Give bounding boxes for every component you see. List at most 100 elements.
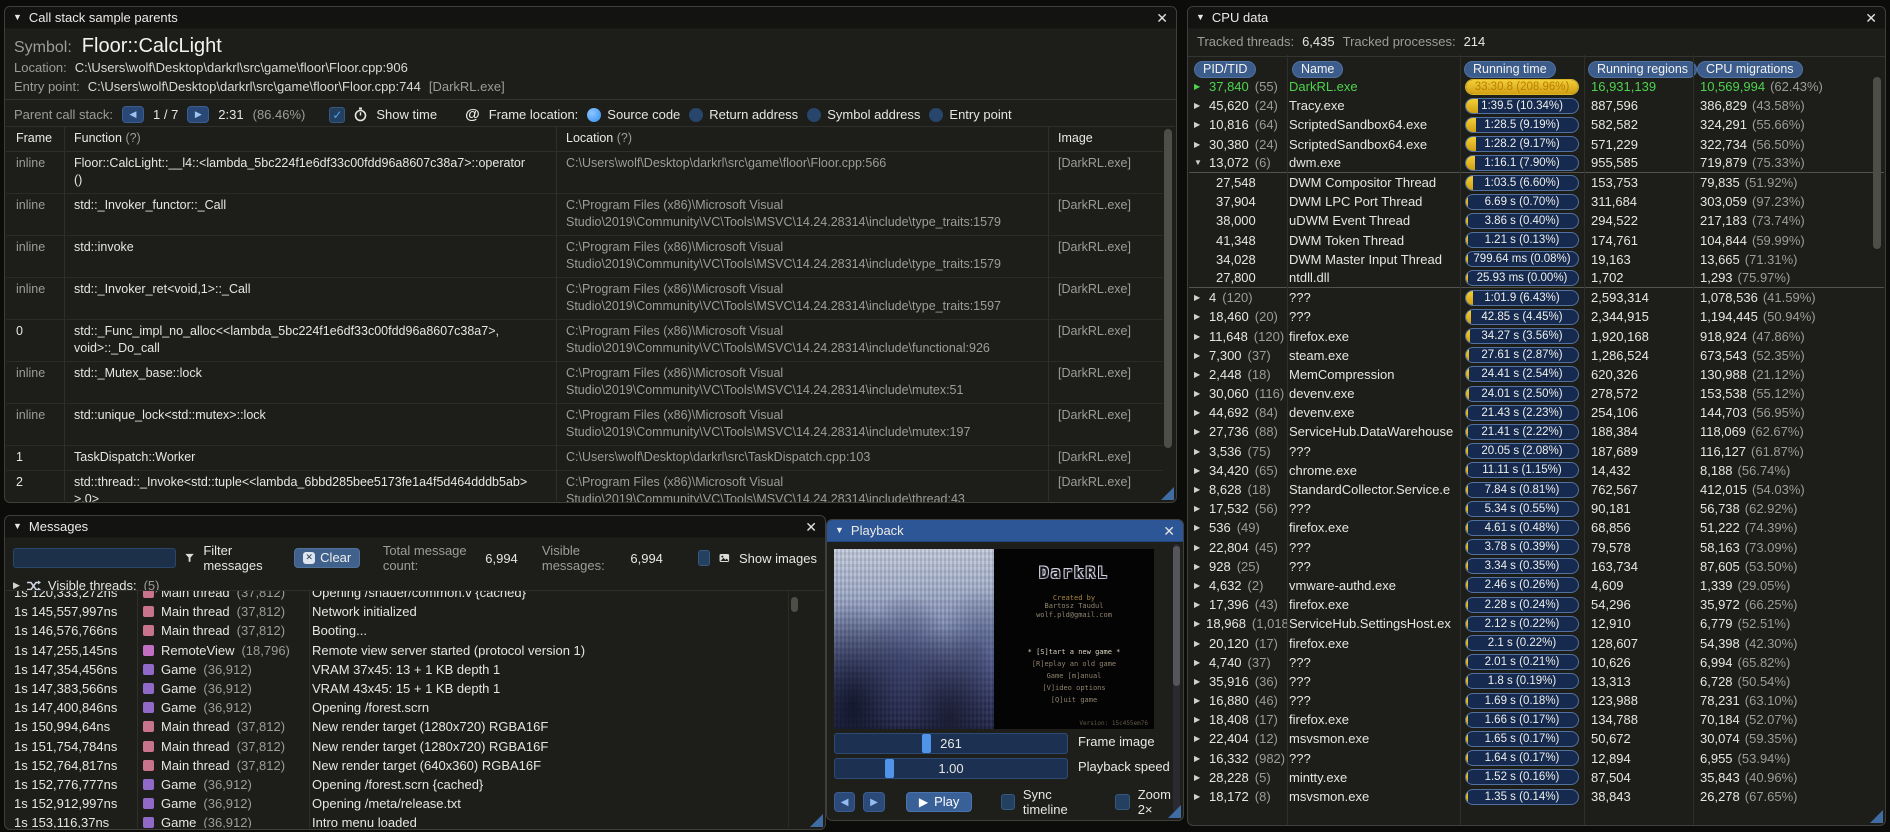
expand-icon[interactable]: ▼ xyxy=(1194,158,1203,167)
cpu-row[interactable]: ▶ 18,968 (1,018)ServiceHub.SettingsHost.ex… xyxy=(1189,614,1884,633)
expand-icon[interactable]: ▶ xyxy=(1194,773,1203,782)
callstack-row[interactable]: inline Floor::CalcLight::__l4::<lambda_5b… xyxy=(6,152,1163,194)
expand-icon[interactable]: ▶ xyxy=(1194,293,1203,302)
message-row[interactable]: 1s 147,255,145ns RemoteView (18,796) Remote… xyxy=(6,641,824,660)
step-back-button[interactable]: ◀ xyxy=(834,792,856,812)
expand-icon[interactable]: ▶ xyxy=(1194,312,1203,321)
expand-icon[interactable]: ▶ xyxy=(1194,370,1203,379)
expand-icon[interactable]: ▶ xyxy=(1194,639,1203,648)
filter-input[interactable] xyxy=(13,548,177,568)
cpu-scrollbar[interactable] xyxy=(1873,77,1881,249)
message-row[interactable]: 1s 147,383,566ns Game (36,912) VRAM 43x45: … xyxy=(6,679,824,698)
clear-button[interactable]: ✕ Clear xyxy=(294,548,361,568)
expand-icon[interactable]: ▶ xyxy=(1194,523,1203,532)
prev-callstack-button[interactable]: ◀ xyxy=(122,106,144,123)
radio-source-code[interactable]: Source code xyxy=(587,107,680,122)
radio-return-address[interactable]: Return address xyxy=(689,107,798,122)
cpu-row[interactable]: ▶ 30,060 (116) devenv.exe 24.01 s (2.50%) 278… xyxy=(1189,384,1884,403)
cpu-row[interactable]: ▶ 7,300 (37) steam.exe 27.61 s (2.87%) 1,286,… xyxy=(1189,346,1884,365)
message-row[interactable]: 1s 152,776,777ns Game (36,912) Opening /for… xyxy=(6,775,824,794)
expand-icon[interactable]: ▶ xyxy=(1194,389,1203,398)
collapse-icon[interactable]: ▼ xyxy=(13,13,22,22)
close-icon[interactable]: ✕ xyxy=(1163,524,1175,538)
expand-icon[interactable]: ▶ xyxy=(1194,120,1203,129)
expand-icon[interactable]: ▶ xyxy=(1194,543,1203,552)
callstack-row[interactable]: inline std::invoke C:\Program Files (x86)\… xyxy=(6,236,1163,278)
cpu-row[interactable]: ▶ 11,648 (120) firefox.exe 34.27 s (3.56%) 1,… xyxy=(1189,326,1884,345)
expand-icon[interactable]: ▶ xyxy=(1194,408,1203,417)
cpu-row[interactable]: 38,000 uDWM Event Thread 3.86 s (0.40%) 294… xyxy=(1189,211,1884,230)
expand-icon[interactable]: ▶ xyxy=(1194,82,1203,91)
expand-icon[interactable]: ▶ xyxy=(1194,792,1203,801)
playback-scrollbar[interactable] xyxy=(1173,546,1180,686)
cpu-row[interactable]: ▶ 17,532 (56)??? 5.34 s (0.55%) 90,181 56,738… xyxy=(1189,499,1884,518)
resize-grip[interactable] xyxy=(1161,487,1174,500)
callstack-row[interactable]: 2 std::thread::_Invoke<std::tuple<<lambda… xyxy=(6,471,1163,502)
close-icon[interactable]: ✕ xyxy=(805,520,817,534)
cpu-row[interactable]: ▶ 16,880 (46)??? 1.69 s (0.18%) 123,988 78,23… xyxy=(1189,691,1884,710)
expand-icon[interactable]: ▶ xyxy=(1194,696,1203,705)
cpu-row[interactable]: ▶ 4 (120)??? 1:01.9 (6.43%) 2,593,314 1,078,5… xyxy=(1189,288,1884,307)
expand-icon[interactable]: ▶ xyxy=(1194,447,1203,456)
cpu-row[interactable]: ▶ 928 (25)??? 3.34 s (0.35%) 163,734 87,605 (5… xyxy=(1189,557,1884,576)
cpu-row[interactable]: 34,028 DWM Master Input Thread 799.64 ms (… xyxy=(1189,250,1884,269)
messages-scrollbar[interactable] xyxy=(791,597,798,612)
expand-icon[interactable]: ▶ xyxy=(1194,427,1203,436)
expand-icon[interactable]: ▶ xyxy=(1194,600,1203,609)
slider-thumb[interactable] xyxy=(922,734,931,753)
message-row[interactable]: 1s 120,333,272ns Main thread (37,812) Openi… xyxy=(6,591,824,602)
cpu-row[interactable]: ▶ 44,692 (84) devenv.exe 21.43 s (2.23%) 254,… xyxy=(1189,403,1884,422)
cpu-row[interactable]: ▶ 4,632 (2) vmware-authd.exe 2.46 s (0.26%) 4… xyxy=(1189,576,1884,595)
cpu-row[interactable]: ▶ 18,460 (20)??? 42.85 s (4.45%) 2,344,915 1,… xyxy=(1189,307,1884,326)
collapse-icon[interactable]: ▼ xyxy=(835,526,844,535)
message-row[interactable]: 1s 147,354,456ns Game (36,912) VRAM 37x45: … xyxy=(6,660,824,679)
playback-speed-slider[interactable]: 1.00 xyxy=(834,758,1068,779)
expand-icon[interactable]: ▶ xyxy=(1194,101,1203,110)
cpu-row[interactable]: ▶ 4,740 (37)??? 2.01 s (0.21%) 10,626 6,994 (6… xyxy=(1189,653,1884,672)
cpu-row[interactable]: ▶ 18,172 (8) msvsmon.exe 1.35 s (0.14%) 38,84… xyxy=(1189,787,1884,806)
cpu-row[interactable]: ▶ 536 (49) firefox.exe 4.61 s (0.48%) 68,856 5… xyxy=(1189,518,1884,537)
radio-symbol-address[interactable]: Symbol address xyxy=(807,107,920,122)
callstack-row[interactable]: 1 TaskDispatch::Worker C:\Users\wolf\Deskt… xyxy=(6,446,1163,471)
cpu-row[interactable]: ▶ 27,736 (88) ServiceHub.DataWarehouse 21.41… xyxy=(1189,422,1884,441)
cpu-row[interactable]: ▶ 22,404 (12) msvsmon.exe 1.65 s (0.17%) 50,6… xyxy=(1189,729,1884,748)
resize-grip[interactable] xyxy=(1168,805,1181,818)
column-running-regions[interactable]: Running regions xyxy=(1588,61,1698,78)
collapse-icon[interactable]: ▼ xyxy=(1196,13,1205,22)
show-images-checkbox[interactable] xyxy=(697,550,711,566)
cpu-row[interactable]: ▶ 3,536 (75)??? 20.05 s (2.08%) 187,689 116,1… xyxy=(1189,442,1884,461)
collapse-icon[interactable]: ▼ xyxy=(13,522,22,531)
expand-icon[interactable]: ▶ xyxy=(1194,658,1203,667)
message-row[interactable]: 1s 152,912,997ns Game (36,912) Opening /met… xyxy=(6,794,824,813)
message-row[interactable]: 1s 145,557,997ns Main thread (37,812) Netwo… xyxy=(6,602,824,621)
cpu-row[interactable]: 41,348 DWM Token Thread 1.21 s (0.13%) 174,… xyxy=(1189,231,1884,250)
callstack-row[interactable]: inline std::_Invoker_functor::_Call C:\Pro… xyxy=(6,194,1163,236)
column-pid-tid[interactable]: PID/TID xyxy=(1194,61,1257,78)
show-time-checkbox[interactable]: ✓ xyxy=(329,106,346,123)
expand-icon[interactable]: ▶ xyxy=(1194,754,1203,763)
slider-thumb[interactable] xyxy=(885,759,894,778)
sync-timeline-checkbox[interactable] xyxy=(1000,794,1015,810)
cpu-row[interactable]: ▶ 37,840 (55) DarkRL.exe 33:30.8 (208.96%) 16… xyxy=(1189,77,1884,96)
message-row[interactable]: 1s 150,994,64ns Main thread (37,812) New re… xyxy=(6,717,824,736)
step-forward-button[interactable]: ▶ xyxy=(863,792,885,812)
playback-titlebar[interactable]: ▼ Playback ✕ xyxy=(827,520,1183,542)
message-row[interactable]: 1s 151,754,784ns Main thread (37,812) New r… xyxy=(6,737,824,756)
cpu-row[interactable]: ▶ 17,396 (43) firefox.exe 2.28 s (0.24%) 54,2… xyxy=(1189,595,1884,614)
cpu-row[interactable]: ▶ 20,120 (17) firefox.exe 2.1 s (0.22%) 128,6… xyxy=(1189,633,1884,652)
expand-icon[interactable]: ▶ xyxy=(1194,619,1200,628)
callstack-row[interactable]: inline std::_Invoker_ret<void,1>::_Call C:… xyxy=(6,278,1163,320)
cpu-row[interactable]: 37,904 DWM LPC Port Thread 6.69 s (0.70%) 3… xyxy=(1189,192,1884,211)
column-name[interactable]: Name xyxy=(1292,61,1344,78)
column-cpu-migrations[interactable]: CPU migrations xyxy=(1697,61,1803,78)
callstack-row[interactable]: inline std::_Mutex_base::lock C:\Program F… xyxy=(6,362,1163,404)
message-row[interactable]: 1s 146,576,766ns Main thread (37,812) Booti… xyxy=(6,621,824,640)
expand-icon[interactable]: ▶ xyxy=(1194,581,1203,590)
cpu-row[interactable]: ▶ 45,620 (24) Tracy.exe 1:39.5 (10.34%) 887,5… xyxy=(1189,96,1884,115)
expand-icon[interactable]: ▶ xyxy=(1194,677,1203,686)
message-row[interactable]: 1s 153,116,37ns Game (36,912) Intro menu lo… xyxy=(6,813,824,828)
cpu-row[interactable]: ▶ 8,628 (18) StandardCollector.Service.e 7.8… xyxy=(1189,480,1884,499)
expand-icon[interactable]: ▶ xyxy=(1194,715,1203,724)
message-row[interactable]: 1s 152,764,817ns Main thread (37,812) New r… xyxy=(6,756,824,775)
expand-icon[interactable]: ▶ xyxy=(1194,466,1203,475)
